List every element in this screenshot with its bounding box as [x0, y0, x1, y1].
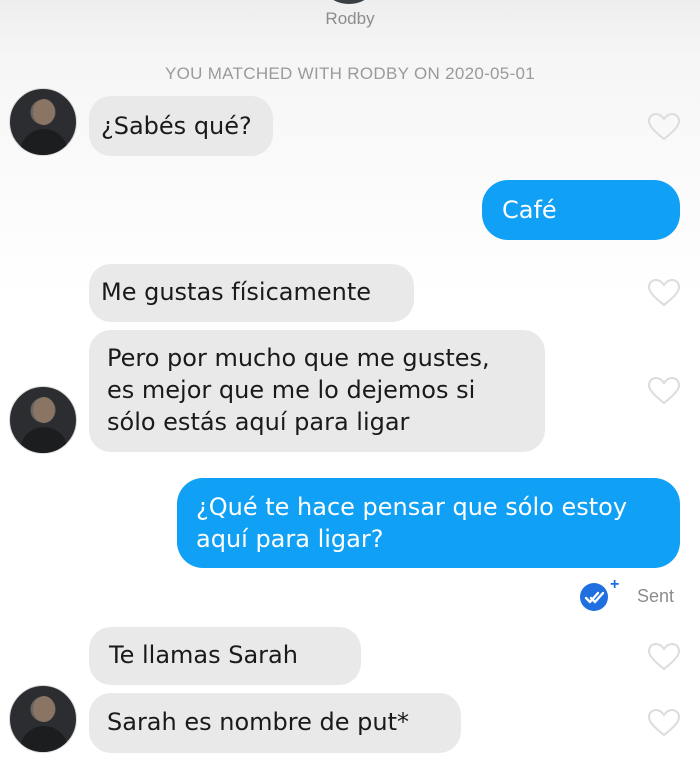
message-text: Te llamas Sarah — [109, 641, 298, 669]
sent-label: Sent — [637, 586, 675, 606]
like-heart-icon[interactable] — [647, 642, 681, 672]
message-bubble-incoming: ¿Sabés qué? — [89, 96, 273, 156]
message-bubble-incoming: Pero por mucho que me gustes, es mejor q… — [89, 330, 545, 452]
message-line: es mejor que me lo dejemos si — [107, 376, 476, 404]
message-bubble-incoming: Te llamas Sarah — [89, 627, 361, 685]
message-bubble-outgoing: ¿Qué te hace pensar que sólo estoy aquí … — [177, 478, 680, 568]
message-bubble-incoming: Sarah es nombre de put* — [89, 693, 461, 753]
message-line: Pero por mucho que me gustes, — [107, 344, 490, 372]
sent-status: + Sent — [580, 576, 690, 614]
match-banner: YOU MATCHED WITH RODBY ON 2020-05-01 — [164, 64, 536, 83]
message-text: Sarah es nombre de put* — [107, 708, 409, 736]
message-text: Me gustas físicamente — [101, 278, 372, 306]
like-heart-icon[interactable] — [647, 112, 681, 142]
avatar[interactable] — [9, 88, 77, 156]
like-heart-icon[interactable] — [647, 708, 681, 738]
message-text: ¿Sabés qué? — [101, 112, 252, 140]
message-text: Café — [502, 196, 557, 224]
double-check-icon — [580, 583, 608, 611]
avatar[interactable] — [9, 386, 77, 454]
like-heart-icon[interactable] — [647, 278, 681, 308]
header-name[interactable]: Rodby — [0, 9, 700, 29]
message-line: sólo estás aquí para ligar — [107, 408, 410, 436]
avatar[interactable] — [9, 685, 77, 753]
message-line: ¿Qué te hace pensar que sólo estoy — [196, 493, 628, 521]
plus-icon: + — [610, 576, 620, 593]
header-avatar[interactable] — [329, 0, 369, 4]
message-line: aquí para ligar? — [196, 525, 384, 553]
like-heart-icon[interactable] — [647, 376, 681, 406]
message-bubble-outgoing: Café — [482, 180, 680, 240]
message-bubble-incoming: Me gustas físicamente — [89, 264, 414, 322]
